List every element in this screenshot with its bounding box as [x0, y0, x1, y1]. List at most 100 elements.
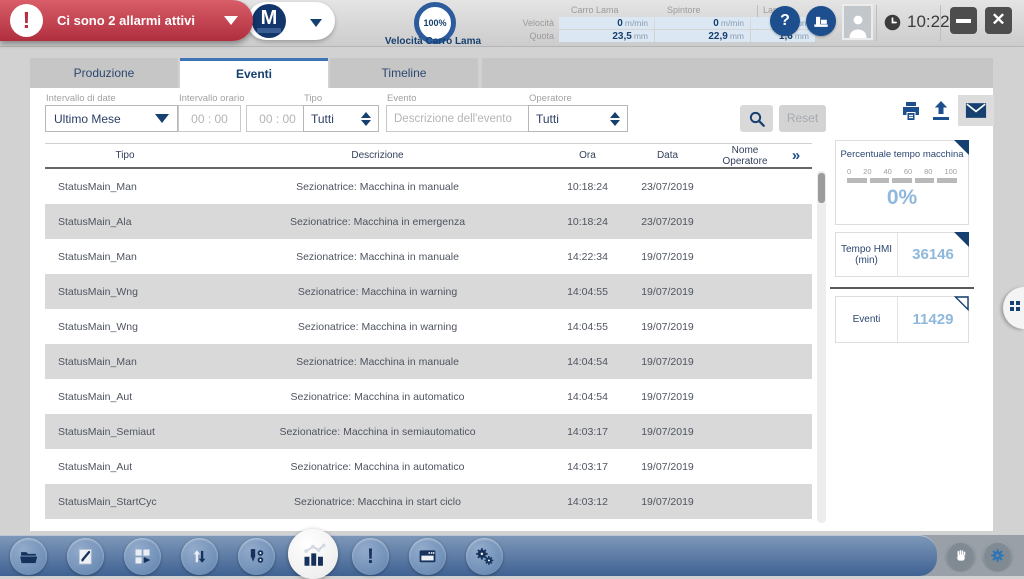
user-avatar[interactable] — [842, 4, 873, 40]
alarm-icon: ! — [10, 4, 43, 37]
toolbar-edit-button[interactable] — [67, 538, 104, 575]
minimize-icon — [956, 19, 971, 23]
tab-eventi[interactable]: Eventi — [180, 58, 328, 88]
print-icon[interactable] — [899, 99, 923, 123]
machine-time-title: Percentuale tempo macchina — [836, 149, 968, 160]
email-button[interactable] — [958, 95, 994, 126]
minimize-button[interactable] — [950, 7, 977, 34]
spinner-icon — [361, 112, 371, 126]
time-range-label: Intervallo orario — [179, 93, 244, 104]
side-drawer-handle[interactable] — [1003, 287, 1024, 329]
axis-row-label: Velocità — [512, 18, 558, 28]
brand-logo: M — [252, 4, 286, 38]
time-from-input[interactable] — [178, 105, 241, 132]
axis-col-header: Spintore — [655, 5, 750, 15]
chevron-down-icon — [310, 19, 322, 27]
table-row[interactable]: StatusMain_ManSezionatrice: Macchina in … — [45, 344, 812, 379]
tab-bar: Produzione Eventi Timeline — [30, 58, 993, 88]
machine-time-scale: 020406080100 — [847, 167, 957, 183]
axis-value: 0m/min — [559, 17, 654, 29]
gear-icon — [989, 547, 1006, 564]
alarm-banner[interactable]: ! Ci sono 2 allarmi attivi — [0, 0, 253, 41]
chevron-down-icon — [155, 114, 169, 123]
date-range-select[interactable]: Ultimo Mese — [45, 105, 178, 132]
table-row[interactable]: StatusMain_ManSezionatrice: Macchina in … — [45, 239, 812, 274]
scrollbar-thumb[interactable] — [818, 173, 825, 203]
table-row[interactable]: StatusMain_WngSezionatrice: Macchina in … — [45, 309, 812, 344]
reset-button[interactable]: Reset — [779, 105, 826, 132]
table-row[interactable]: StatusMain_AutSezionatrice: Macchina in … — [45, 449, 812, 484]
date-range-label: Intervallo di date — [46, 93, 116, 104]
tiles-play-icon — [132, 546, 153, 567]
move-arrows-icon — [189, 546, 210, 567]
table-row[interactable]: StatusMain_WngSezionatrice: Macchina in … — [45, 274, 812, 309]
tab-produzione[interactable]: Produzione — [30, 58, 178, 88]
hand-icon — [953, 548, 969, 564]
time-to-input[interactable] — [246, 105, 309, 132]
edit-icon — [75, 546, 96, 567]
event-description-input[interactable] — [386, 105, 534, 132]
type-select[interactable]: Tutti — [303, 105, 379, 132]
expand-columns-icon[interactable]: » — [780, 147, 812, 164]
tooling-icon — [246, 546, 267, 567]
divider — [876, 5, 877, 41]
table-row[interactable]: StatusMain_AutSezionatrice: Macchina in … — [45, 379, 812, 414]
axis-value: 23,5mm — [559, 30, 654, 42]
toolbar-layout-button[interactable] — [124, 538, 161, 575]
clock-icon — [884, 14, 901, 31]
toolbar-folder-button[interactable] — [10, 538, 47, 575]
corner-flag-outline-icon — [954, 296, 969, 311]
quick-settings-button[interactable] — [983, 541, 1012, 570]
question-icon: ? — [780, 12, 790, 29]
hmi-time-label: Tempo HMI (min) — [836, 233, 898, 276]
grid-dots-icon — [1010, 301, 1020, 311]
col-ora: Ora — [550, 150, 625, 161]
toolbar-move-button[interactable] — [181, 538, 218, 575]
type-value: Tutti — [311, 112, 361, 126]
table-row[interactable]: StatusMain_SemiautSezionatrice: Macchina… — [45, 414, 812, 449]
statistics-icon — [300, 541, 327, 568]
console-window-icon — [417, 546, 438, 567]
search-button[interactable] — [740, 105, 773, 132]
hmi-time-card: Tempo HMI (min) 36146 — [835, 232, 969, 277]
help-button[interactable]: ? — [770, 6, 800, 36]
toolbar-tooling-button[interactable] — [238, 538, 275, 575]
events-count-label: Eventi — [836, 297, 898, 342]
speed-gauge-label: Velocità Carro Lama — [366, 36, 500, 47]
table-scrollbar[interactable] — [817, 171, 826, 523]
event-label: Evento — [387, 93, 417, 104]
events-table-header: Tipo Descrizione Ora Data Nome Operatore… — [45, 143, 812, 169]
axis-col-header: Carro Lama — [559, 5, 654, 15]
close-button[interactable]: ✕ — [985, 7, 1012, 34]
toolbar-settings-button[interactable] — [466, 538, 503, 575]
top-bar: 100% Velocità Carro Lama Carro Lama Spin… — [0, 0, 1024, 47]
date-range-value: Ultimo Mese — [54, 112, 155, 126]
tab-timeline[interactable]: Timeline — [330, 58, 478, 88]
machine-time-card: Percentuale tempo macchina 020406080100 … — [835, 140, 969, 225]
machine-time-value: 0% — [836, 186, 968, 210]
chevron-down-icon — [224, 16, 238, 25]
corner-flag-icon — [954, 232, 969, 247]
table-row[interactable]: StatusMain_ManSezionatrice: Macchina in … — [45, 169, 812, 204]
table-row[interactable]: StatusMain_AlaSezionatrice: Macchina in … — [45, 204, 812, 239]
upload-icon[interactable] — [929, 99, 953, 123]
operator-select[interactable]: Tutti — [528, 105, 628, 132]
main-toolbar: ! — [0, 535, 937, 576]
operator-label: Operatore — [529, 93, 572, 104]
logo-menu[interactable]: M — [247, 2, 335, 40]
toolbar-alarms-button[interactable]: ! — [352, 538, 389, 575]
machine-button[interactable] — [806, 6, 836, 36]
tab-filler — [482, 58, 993, 88]
col-operatore: Nome Operatore — [710, 145, 780, 167]
toolbar-statistics-button[interactable] — [288, 529, 338, 579]
alarm-banner-text: Ci sono 2 allarmi attivi — [57, 13, 195, 28]
toolbar-console-button[interactable] — [409, 538, 446, 575]
operator-value: Tutti — [536, 112, 610, 126]
user-icon — [846, 12, 870, 38]
corner-flag-icon — [954, 140, 969, 155]
events-count-card: Eventi 11429 — [835, 296, 969, 343]
table-row[interactable]: StatusMain_StartCycSezionatrice: Macchin… — [45, 484, 812, 519]
col-tipo: Tipo — [45, 150, 205, 161]
spinner-icon — [610, 112, 620, 126]
pan-hand-button[interactable] — [946, 541, 975, 570]
